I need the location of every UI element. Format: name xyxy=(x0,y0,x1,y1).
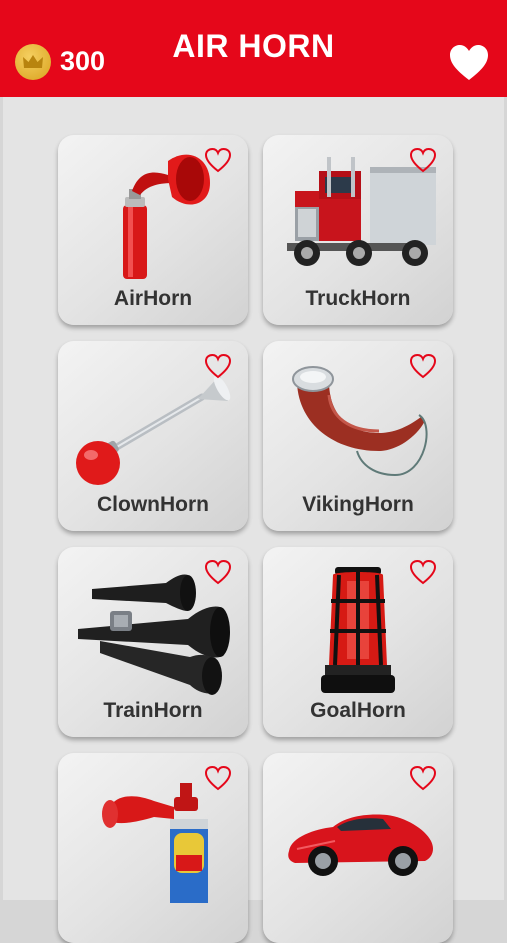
page-title: AIR HORN xyxy=(172,28,335,64)
favorite-heart-icon[interactable] xyxy=(204,559,232,585)
favorite-heart-icon[interactable] xyxy=(204,765,232,791)
horn-grid: AirHorn TruckHorn ClownHorn VikingHorn T… xyxy=(3,97,504,943)
tile-gashorn[interactable] xyxy=(58,753,248,943)
favorite-heart-icon[interactable] xyxy=(204,353,232,379)
favorite-heart-icon[interactable] xyxy=(204,147,232,173)
tile-label: ClownHorn xyxy=(97,493,209,516)
favorite-heart-icon[interactable] xyxy=(409,353,437,379)
tile-goalhorn[interactable]: GoalHorn xyxy=(263,547,453,737)
tile-label: TrainHorn xyxy=(103,699,203,722)
app-header: 300 AIR HORN xyxy=(0,0,507,97)
favorite-heart-icon[interactable] xyxy=(409,559,437,585)
tile-clownhorn[interactable]: ClownHorn xyxy=(58,341,248,531)
favorite-heart-icon[interactable] xyxy=(409,765,437,791)
tile-trainhorn[interactable]: TrainHorn xyxy=(58,547,248,737)
favorite-heart-icon[interactable] xyxy=(409,147,437,173)
tile-label: TruckHorn xyxy=(305,287,411,310)
tile-label: GoalHorn xyxy=(310,699,406,722)
tile-carhorn[interactable] xyxy=(263,753,453,943)
tile-truckhorn[interactable]: TruckHorn xyxy=(263,135,453,325)
tile-label: AirHorn xyxy=(113,287,193,310)
tile-label: VikingHorn xyxy=(302,493,414,516)
tile-airhorn[interactable]: AirHorn xyxy=(58,135,248,325)
favorites-heart-icon[interactable] xyxy=(448,44,490,86)
tile-vikinghorn[interactable]: VikingHorn xyxy=(263,341,453,531)
